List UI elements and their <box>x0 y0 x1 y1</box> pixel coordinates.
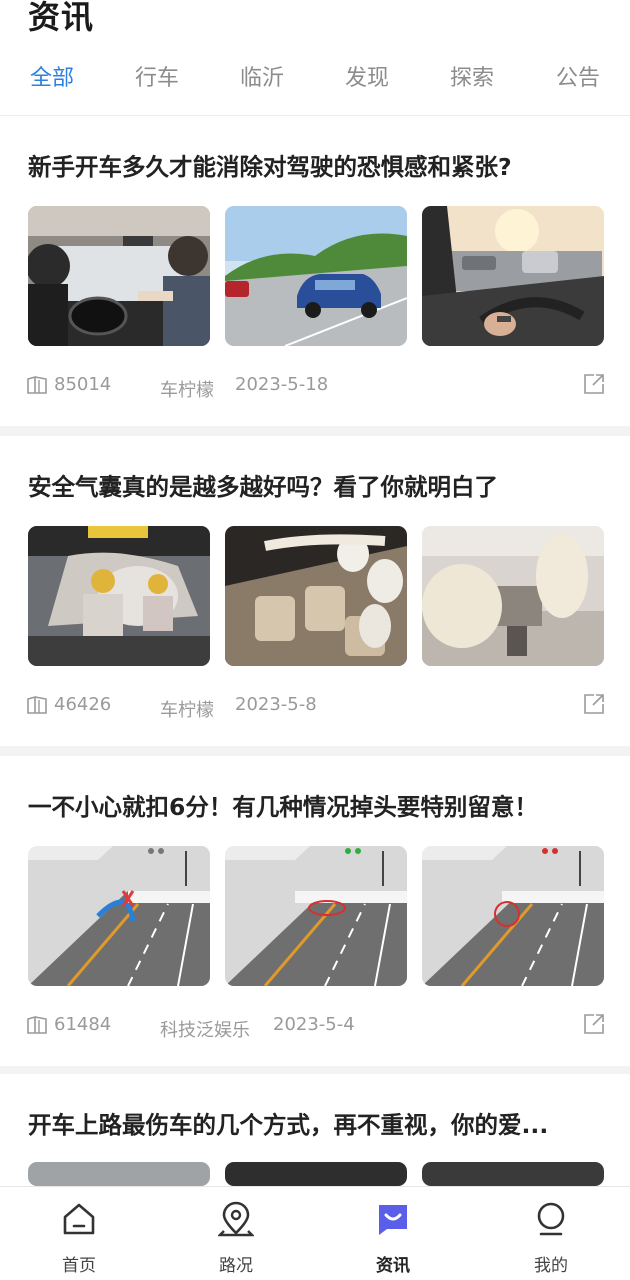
article-meta: 85014 车柠檬 2023-5-18 <box>26 372 606 401</box>
news-card[interactable]: 安全气囊真的是越多越好吗？看了你就明白了 46426 车柠檬 2023-5-8 <box>0 436 630 746</box>
tabbar-traffic[interactable]: 路况 <box>186 1187 286 1280</box>
tabbar-traffic-label: 路况 <box>219 1256 253 1276</box>
article-title[interactable]: 新手开车多久才能消除对驾驶的恐惧感和紧张? <box>28 148 512 182</box>
tab-announcement[interactable]: 公告 <box>556 60 600 92</box>
deployed-curtain-airbags-image <box>225 526 407 666</box>
view-count-value: 61484 <box>54 1014 112 1035</box>
news-card[interactable]: 一不小心就扣6分！有几种情况掉头要特别留意！ 61484 科技泛娱乐 2023-… <box>0 756 630 1066</box>
u-turn-diagram-gray-light-image <box>28 846 210 986</box>
news-feed[interactable]: 新手开车多久才能消除对驾驶的恐惧感和紧张? 85014 车柠檬 2023-5-1… <box>0 116 630 1186</box>
location-pin-icon <box>218 1201 254 1237</box>
share-icon[interactable] <box>582 692 606 716</box>
article-thumbnails <box>28 526 604 666</box>
article-meta: 61484 科技泛娱乐 2023-5-4 <box>26 1012 606 1041</box>
tab-explore[interactable]: 探索 <box>450 60 494 92</box>
hands-on-steering-wheel-image <box>422 206 604 346</box>
tabbar-news[interactable]: 资讯 <box>343 1187 443 1280</box>
article-title[interactable]: 安全气囊真的是越多越好吗？看了你就明白了 <box>28 468 498 502</box>
car-photo-1-image <box>28 1162 210 1186</box>
home-icon <box>63 1203 95 1235</box>
article-title[interactable]: 开车上路最伤车的几个方式，再不重视，你的爱... <box>28 1106 548 1140</box>
news-card[interactable]: 新手开车多久才能消除对驾驶的恐惧感和紧张? 85014 车柠檬 2023-5-1… <box>0 116 630 426</box>
article-meta: 46426 车柠檬 2023-5-8 <box>26 692 606 721</box>
article-source: 车柠檬 <box>160 380 214 401</box>
news-chat-icon <box>379 1205 407 1235</box>
view-count-value: 46426 <box>54 694 112 715</box>
bottom-tab-bar: 首页 路况 资讯 我的 <box>0 1186 630 1280</box>
crash-test-dummies-airbags-image <box>28 526 210 666</box>
view-count: 46426 <box>26 694 111 715</box>
page-title: 资讯 <box>28 0 95 36</box>
article-thumbnails <box>28 846 604 986</box>
deployed-front-airbags-image <box>422 526 604 666</box>
tabbar-news-label: 资讯 <box>376 1256 410 1276</box>
tabbar-home-label: 首页 <box>62 1256 96 1276</box>
book-icon <box>27 375 47 394</box>
article-title[interactable]: 一不小心就扣6分！有几种情况掉头要特别留意！ <box>28 788 538 822</box>
book-icon <box>27 695 47 714</box>
profile-icon <box>537 1202 565 1236</box>
article-thumbnails <box>28 206 604 346</box>
article-source: 车柠檬 <box>160 700 214 721</box>
article-source: 科技泛娱乐 <box>160 1020 250 1041</box>
view-count: 85014 <box>26 374 111 395</box>
book-icon <box>27 1015 47 1034</box>
article-thumbnails <box>28 1162 604 1186</box>
view-count: 61484 <box>26 1014 111 1035</box>
share-icon[interactable] <box>582 372 606 396</box>
tab-discover[interactable]: 发现 <box>345 60 389 92</box>
category-tabs: 全部 行车 临沂 发现 探索 公告 <box>0 60 630 100</box>
car-photo-2-image <box>225 1162 407 1186</box>
article-date: 2023-5-8 <box>235 694 317 715</box>
tabbar-profile-label: 我的 <box>534 1256 568 1276</box>
tab-linyi[interactable]: 临沂 <box>240 60 284 92</box>
header: 资讯 全部 行车 临沂 发现 探索 公告 <box>0 0 630 116</box>
article-date: 2023-5-18 <box>235 374 329 395</box>
tab-all[interactable]: 全部 <box>30 60 74 92</box>
share-icon[interactable] <box>582 1012 606 1036</box>
u-turn-diagram-green-light-image <box>225 846 407 986</box>
blue-suv-on-road-image <box>225 206 407 346</box>
tabbar-profile[interactable]: 我的 <box>501 1187 601 1280</box>
article-date: 2023-5-4 <box>273 1014 355 1035</box>
u-turn-diagram-red-light-image <box>422 846 604 986</box>
tabbar-home[interactable]: 首页 <box>29 1187 129 1280</box>
news-card[interactable]: 开车上路最伤车的几个方式，再不重视，你的爱... <box>0 1074 630 1186</box>
car-photo-3-image <box>422 1162 604 1186</box>
view-count-value: 85014 <box>54 374 112 395</box>
car-interior-driving-lesson-image <box>28 206 210 346</box>
tab-driving[interactable]: 行车 <box>135 60 179 92</box>
